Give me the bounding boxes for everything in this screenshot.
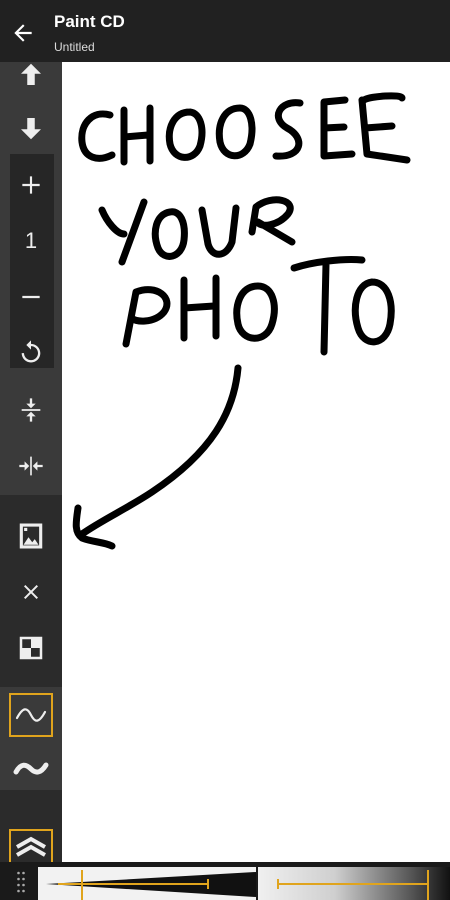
handwriting-drawing — [72, 92, 411, 550]
app-title: Paint CD — [54, 12, 125, 31]
remove-photo-button[interactable] — [8, 569, 54, 615]
reset-zoom-button[interactable] — [8, 329, 54, 375]
zoom-out-button[interactable] — [8, 274, 54, 320]
arrow-left-icon — [14, 24, 32, 42]
smooth-stroke-button[interactable] — [9, 693, 53, 737]
chevron-up-icon — [16, 836, 46, 857]
checker-icon — [19, 636, 43, 660]
app-bar: Paint CD Untitled — [0, 0, 450, 62]
fit-horizontal-button[interactable] — [8, 443, 54, 489]
move-down-button[interactable] — [8, 105, 54, 151]
compress-vertical-icon — [21, 398, 41, 422]
tool-sidebar: 1 — [0, 62, 62, 865]
move-up-button[interactable] — [8, 52, 54, 98]
stroke-width-preview — [46, 870, 256, 900]
transparency-button[interactable] — [8, 625, 54, 671]
back-button[interactable] — [6, 16, 40, 50]
image-icon — [19, 523, 43, 549]
stroke-opacity-preview — [277, 870, 429, 900]
minus-icon — [22, 295, 40, 299]
stroke-width-slider[interactable] — [38, 867, 256, 900]
plus-icon — [22, 176, 40, 194]
choose-photo-button[interactable] — [8, 513, 54, 559]
stroke-bar — [0, 862, 450, 900]
fit-vertical-button[interactable] — [8, 387, 54, 433]
zoom-in-button[interactable] — [8, 162, 54, 208]
drag-handle-icon[interactable] — [16, 870, 26, 894]
stroke-opacity-slider[interactable] — [258, 867, 450, 900]
compress-horizontal-icon — [19, 456, 43, 476]
zoom-level[interactable]: 1 — [8, 218, 54, 264]
document-title: Untitled — [54, 40, 95, 54]
drawing-canvas[interactable] — [62, 62, 450, 862]
close-icon — [24, 585, 38, 599]
smooth-stroke-icon — [15, 708, 47, 722]
wave-stroke-icon — [13, 762, 49, 775]
zoom-level-value: 1 — [24, 228, 38, 253]
wave-stroke-button[interactable] — [8, 746, 54, 792]
arrow-down-icon — [21, 118, 41, 140]
arrow-up-icon — [21, 63, 41, 85]
expand-button[interactable] — [9, 829, 53, 865]
reset-icon — [21, 340, 41, 363]
